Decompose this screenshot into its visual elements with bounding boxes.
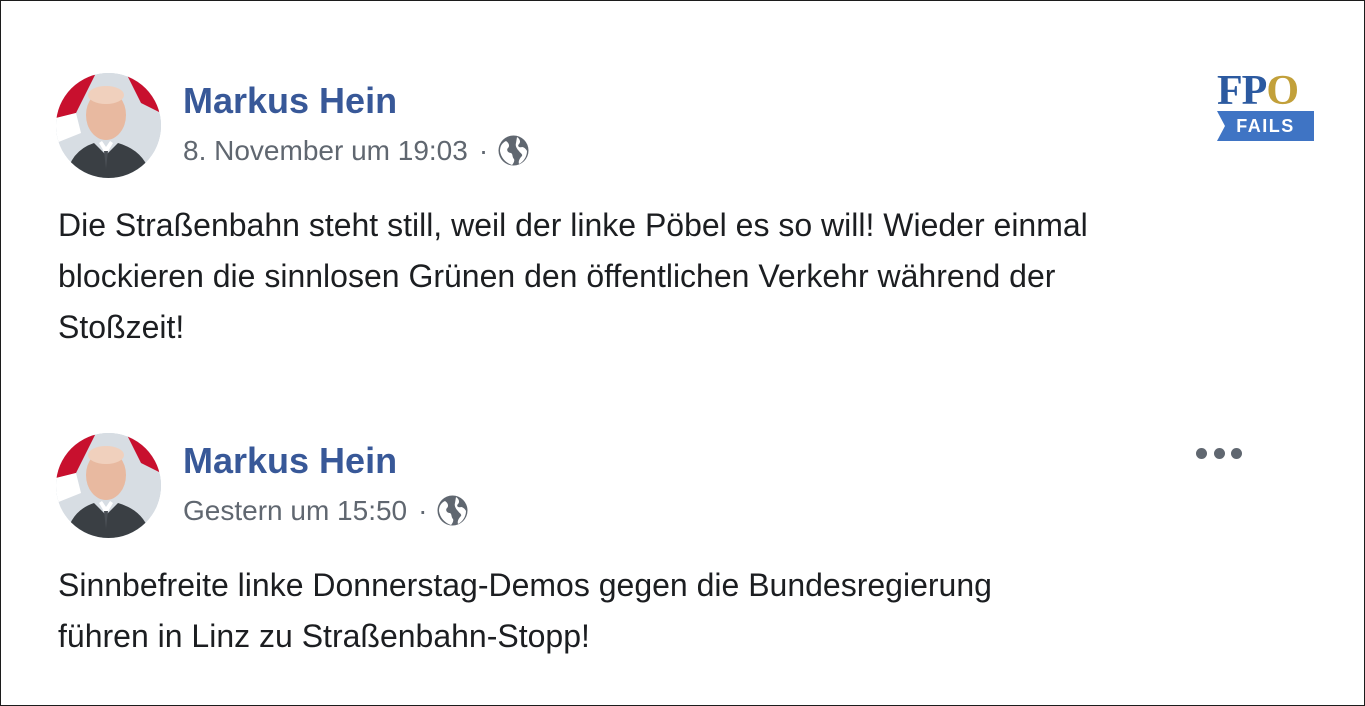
- post-text-line: Sinnbefreite linke Donnerstag-Demos gege…: [58, 567, 992, 603]
- post-text-line: blockieren die sinnlosen Grünen den öffe…: [58, 258, 1056, 294]
- logo-letters: FPO: [1217, 68, 1314, 114]
- more-options-dot: [1213, 447, 1225, 459]
- post-meta: 8. November um 19:03 ·: [183, 134, 530, 167]
- post-timestamp[interactable]: 8. November um 19:03: [183, 135, 468, 167]
- more-options-icon[interactable]: [1196, 445, 1242, 461]
- post-author-name[interactable]: Markus Hein: [183, 440, 397, 482]
- logo-banner: FAILS: [1217, 111, 1314, 141]
- avatar[interactable]: [56, 73, 161, 178]
- post-timestamp[interactable]: Gestern um 15:50: [183, 495, 407, 527]
- avatar-photo-icon: [56, 73, 161, 178]
- logo-banner-notch: [1217, 111, 1225, 141]
- avatar-photo-icon: [56, 433, 161, 538]
- logo-letters-fp: FP: [1217, 68, 1267, 114]
- logo-letter-o: O: [1266, 68, 1299, 114]
- globe-icon[interactable]: [436, 494, 469, 527]
- meta-separator: ·: [418, 494, 428, 526]
- post-author-name[interactable]: Markus Hein: [183, 80, 397, 122]
- more-options-dot: [1231, 447, 1242, 459]
- post-text: Die Straßenbahn steht still, weil der li…: [58, 200, 1258, 353]
- post-text: Sinnbefreite linke Donnerstag-Demos gege…: [58, 560, 1158, 662]
- screenshot-frame: FPO FAILS Markus Hein 8. November um 19:…: [0, 0, 1365, 706]
- meta-separator: ·: [478, 134, 489, 166]
- post-text-line: Stoßzeit!: [58, 309, 185, 345]
- more-options-dot: [1196, 447, 1207, 459]
- post-text-line: führen in Linz zu Straßenbahn-Stopp!: [58, 618, 590, 654]
- post-text-line: Die Straßenbahn steht still, weil der li…: [58, 207, 1088, 243]
- globe-icon[interactable]: [497, 134, 530, 167]
- fpoe-fails-logo: FPO FAILS: [1217, 68, 1314, 141]
- avatar[interactable]: [56, 433, 161, 538]
- post-meta: Gestern um 15:50 ·: [183, 494, 469, 527]
